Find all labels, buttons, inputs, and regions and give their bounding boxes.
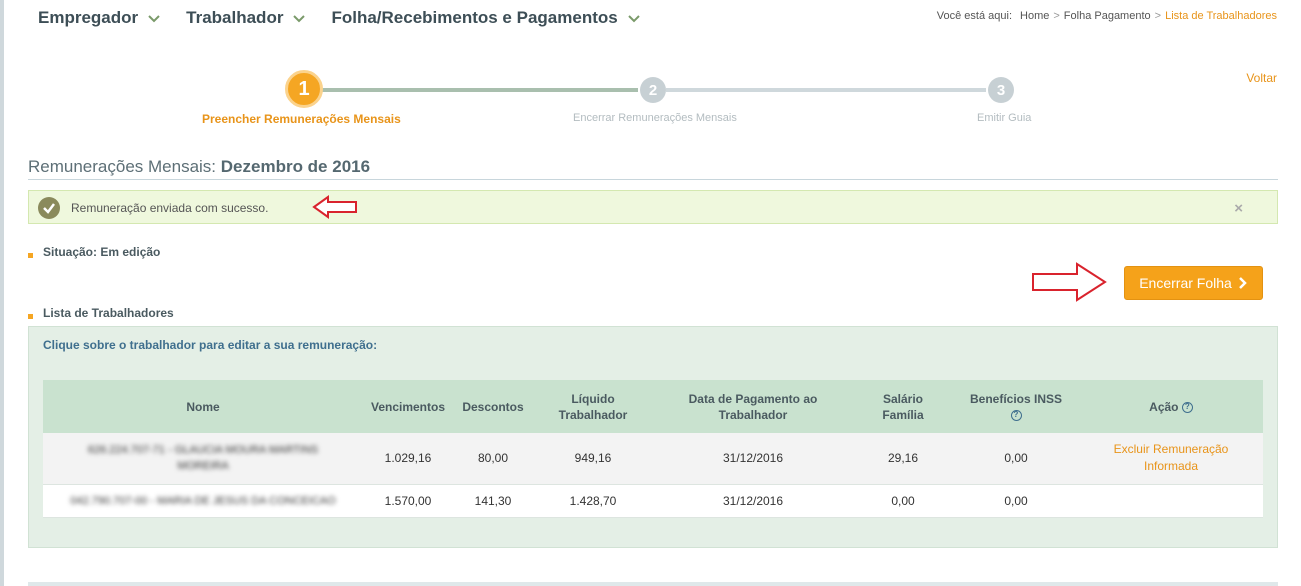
title-divider [28, 179, 1278, 180]
cell-liquido: 949,16 [533, 433, 653, 485]
worker-name[interactable]: 042.790.707-00 - MARIA DE JESUS DA CONCE… [43, 484, 363, 518]
cell-beneficios-inss: 0,00 [953, 484, 1079, 518]
help-icon[interactable]: ? [1181, 401, 1193, 413]
header-salario-line1: Salário [882, 391, 924, 406]
section-bullet [28, 314, 33, 319]
workers-table: Nome Vencimentos Descontos Líquido Traba… [43, 380, 1263, 518]
help-icon[interactable]: ? [1010, 409, 1022, 421]
worker-name-line1: 042.790.707-00 - MARIA DE JESUS DA CONCE… [70, 494, 336, 507]
step-2-label: Encerrar Remunerações Mensais [573, 112, 737, 124]
breadcrumb-separator: > [1154, 10, 1162, 22]
excluir-remuneracao-link[interactable]: Excluir Remuneração Informada [1085, 441, 1257, 475]
stepper-line [666, 88, 986, 92]
workers-panel: Clique sobre o trabalhador para editar a… [28, 326, 1278, 548]
header-liquido-line1: Líquido [571, 391, 615, 406]
step-2-circle: 2 [640, 77, 666, 103]
chevron-down-icon [627, 15, 640, 23]
step-3-label: Emitir Guia [977, 112, 1032, 124]
close-icon[interactable]: × [1234, 200, 1243, 217]
header-acao: Ação ? [1079, 380, 1263, 433]
page-title-prefix: Remunerações Mensais: [28, 157, 217, 176]
breadcrumb-current: Lista de Trabalhadores [1165, 10, 1277, 22]
cell-data-pagamento: 31/12/2016 [653, 433, 853, 485]
header-acao-label: Ação [1149, 399, 1179, 414]
table-header-row: Nome Vencimentos Descontos Líquido Traba… [43, 380, 1263, 433]
success-alert: Remuneração enviada com sucesso. × [28, 190, 1278, 224]
header-salario-line2: Família [882, 407, 924, 422]
stepper-line [320, 88, 638, 92]
table-row[interactable]: 626.224.707-71 - GLAUCIA MOURA MARTINS M… [43, 433, 1263, 485]
alert-message: Remuneração enviada com sucesso. [71, 201, 269, 215]
header-vencimentos: Vencimentos [370, 399, 446, 414]
table-row[interactable]: 042.790.707-00 - MARIA DE JESUS DA CONCE… [43, 484, 1263, 518]
chevron-down-icon [148, 15, 160, 23]
header-nome: Nome [186, 399, 220, 414]
header-data-pagamento: Data de Pagamento ao Trabalhador [653, 380, 853, 433]
worker-name[interactable]: 626.224.707-71 - GLAUCIA MOURA MARTINS M… [43, 433, 363, 485]
nav-folha-label: Folha/Recebimentos e Pagamentos [331, 8, 618, 27]
breadcrumb-prefix: Você está aqui: [936, 10, 1013, 22]
step-1-label[interactable]: Preencher Remunerações Mensais [202, 112, 401, 126]
cell-salario-familia: 0,00 [853, 484, 953, 518]
excluir-line1: Excluir Remuneração [1113, 442, 1229, 457]
step-1-circle[interactable]: 1 [285, 70, 323, 108]
nav-empregador[interactable]: Empregador [38, 8, 160, 28]
lista-trabalhadores-label: Lista de Trabalhadores [43, 306, 174, 320]
cell-liquido: 1.428,70 [533, 484, 653, 518]
breadcrumb: Você está aqui: Home > Folha Pagamento >… [937, 10, 1277, 22]
worker-name-line2: MOREIRA [177, 460, 229, 473]
cell-vencimentos: 1.570,00 [363, 484, 453, 518]
breadcrumb-separator: > [1053, 10, 1060, 22]
section-bullet [28, 253, 33, 258]
header-beneficios-label: Benefícios INSS [969, 391, 1063, 406]
page-title-month: Dezembro de 2016 [220, 157, 371, 176]
step-3-circle: 3 [988, 77, 1014, 103]
cell-vencimentos: 1.029,16 [363, 433, 453, 485]
cell-descontos: 80,00 [453, 433, 533, 485]
cell-descontos: 141,30 [453, 484, 533, 518]
header-salario-familia: Salário Família [853, 380, 953, 433]
page-title: Remunerações Mensais: Dezembro de 2016 [28, 157, 370, 177]
worker-name-line1: 626.224.707-71 - GLAUCIA MOURA MARTINS [87, 444, 319, 457]
header-beneficios-inss: Benefícios INSS ? [953, 380, 1079, 433]
panel-hint: Clique sobre o trabalhador para editar a… [43, 338, 378, 352]
encerrar-folha-label: Encerrar Folha [1139, 275, 1232, 291]
header-liquido: Líquido Trabalhador [533, 380, 653, 433]
header-descontos: Descontos [462, 399, 524, 414]
nav-empregador-label: Empregador [38, 8, 139, 27]
chevron-down-icon [293, 15, 306, 23]
excluir-line2: Informada [1143, 459, 1199, 474]
breadcrumb-folha[interactable]: Folha Pagamento [1064, 10, 1151, 22]
header-data-line2: Trabalhador [718, 407, 788, 422]
chevron-right-icon [1238, 277, 1247, 289]
header-data-line1: Data de Pagamento ao [688, 391, 818, 406]
nav-trabalhador-label: Trabalhador [186, 8, 284, 27]
cell-data-pagamento: 31/12/2016 [653, 484, 853, 518]
cell-acao [1079, 484, 1263, 518]
check-icon [38, 197, 60, 219]
cell-beneficios-inss: 0,00 [953, 433, 1079, 485]
annotation-arrow-right-icon [1032, 262, 1107, 302]
breadcrumb-home[interactable]: Home [1020, 10, 1049, 22]
bottom-divider [28, 582, 1278, 586]
encerrar-folha-button[interactable]: Encerrar Folha [1124, 266, 1263, 300]
progress-stepper: 1 2 3 Preencher Remunerações Mensais Enc… [0, 70, 1301, 130]
nav-trabalhador[interactable]: Trabalhador [186, 8, 306, 28]
cell-acao: Excluir Remuneração Informada [1079, 433, 1263, 485]
annotation-arrow-left-icon [312, 195, 357, 219]
cell-salario-familia: 29,16 [853, 433, 953, 485]
nav-folha[interactable]: Folha/Recebimentos e Pagamentos [331, 8, 640, 28]
top-navigation: Empregador Trabalhador Folha/Recebimento… [38, 8, 640, 28]
header-liquido-line2: Trabalhador [558, 407, 628, 422]
situacao-label: Situação: Em edição [43, 245, 161, 259]
